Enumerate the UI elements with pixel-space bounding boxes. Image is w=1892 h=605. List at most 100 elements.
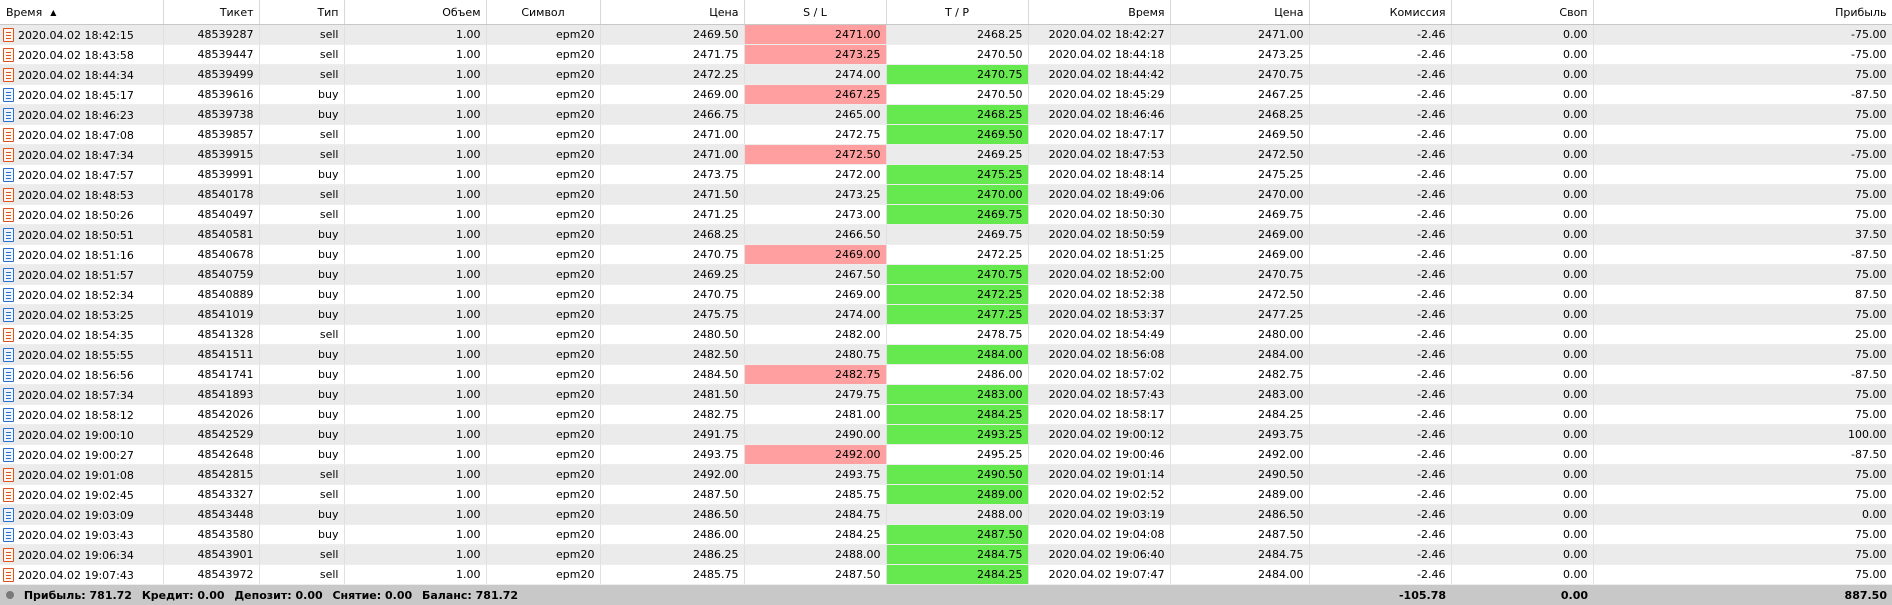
cell-open-time: 2020.04.02 18:47:57 [0,164,164,185]
cell-ticket: 48541328 [163,324,260,345]
table-row[interactable]: 2020.04.02 19:01:08 48542815 sell 1.00 e… [0,464,1892,485]
table-row[interactable]: 2020.04.02 18:44:34 48539499 sell 1.00 e… [0,64,1892,85]
cell-commission: -2.46 [1309,424,1452,445]
table-row[interactable]: 2020.04.02 18:54:35 48541328 sell 1.00 e… [0,324,1892,345]
cell-profit: 75.00 [1593,264,1892,285]
table-footer: Прибыль: 781.72 Кредит: 0.00 Депозит: 0.… [0,584,1892,605]
table-row[interactable]: 2020.04.02 18:51:57 48540759 buy 1.00 ep… [0,264,1892,285]
cell-symbol: epm20 [486,484,601,505]
cell-commission: -2.46 [1309,264,1452,285]
cell-ticket: 48542648 [163,444,260,465]
cell-ticket: 48542026 [163,404,260,425]
cell-swap: 0.00 [1451,284,1594,305]
table-row[interactable]: 2020.04.02 18:43:58 48539447 sell 1.00 e… [0,44,1892,65]
column-header-open-time[interactable]: Время ▲ [0,0,164,25]
table-row[interactable]: 2020.04.02 19:02:45 48543327 sell 1.00 e… [0,484,1892,505]
cell-price: 2481.50 [600,384,745,405]
cell-tp: 2489.00 [886,484,1029,505]
cell-profit: 75.00 [1593,184,1892,205]
cell-close-time: 2020.04.02 18:46:46 [1028,104,1171,125]
cell-price: 2470.75 [600,284,745,305]
table-row[interactable]: 2020.04.02 18:58:12 48542026 buy 1.00 ep… [0,404,1892,425]
cell-symbol: epm20 [486,384,601,405]
table-row[interactable]: 2020.04.02 18:46:23 48539738 buy 1.00 ep… [0,104,1892,125]
table-row[interactable]: 2020.04.02 18:53:25 48541019 buy 1.00 ep… [0,304,1892,325]
table-row[interactable]: 2020.04.02 19:03:09 48543448 buy 1.00 ep… [0,504,1892,525]
table-row[interactable]: 2020.04.02 19:03:43 48543580 buy 1.00 ep… [0,524,1892,545]
column-header-price[interactable]: Цена [600,0,745,25]
table-row[interactable]: 2020.04.02 19:00:27 48542648 buy 1.00 ep… [0,444,1892,465]
column-header-close-time[interactable]: Время [1028,0,1171,25]
cell-sl: 2482.75 [744,364,887,385]
column-header-ticket[interactable]: Тикет [163,0,260,25]
cell-symbol: epm20 [486,324,601,345]
cell-close-time: 2020.04.02 18:52:00 [1028,264,1171,285]
cell-sl: 2474.00 [744,304,887,325]
table-row[interactable]: 2020.04.02 18:47:08 48539857 sell 1.00 e… [0,124,1892,145]
table-body: 2020.04.02 18:42:15 48539287 sell 1.00 e… [0,24,1892,585]
table-row[interactable]: 2020.04.02 18:42:15 48539287 sell 1.00 e… [0,24,1892,45]
cell-close-time: 2020.04.02 18:57:02 [1028,364,1171,385]
sell-order-icon [3,567,14,582]
cell-swap: 0.00 [1451,64,1594,85]
cell-open-time: 2020.04.02 18:47:08 [0,124,164,145]
cell-type: sell [259,564,345,585]
cell-volume: 1.00 [344,44,487,65]
cell-close-price: 2480.00 [1170,324,1310,345]
table-row[interactable]: 2020.04.02 18:45:17 48539616 buy 1.00 ep… [0,84,1892,105]
cell-type: sell [259,204,345,225]
cell-price: 2473.75 [600,164,745,185]
table-row[interactable]: 2020.04.02 19:06:34 48543901 sell 1.00 e… [0,544,1892,565]
cell-profit: 75.00 [1593,124,1892,145]
column-header-volume[interactable]: Объем [344,0,487,25]
sell-order-icon [3,467,14,482]
table-row[interactable]: 2020.04.02 18:51:16 48540678 buy 1.00 ep… [0,244,1892,265]
buy-order-icon [3,367,14,382]
column-header-profit[interactable]: Прибыль [1593,0,1892,25]
cell-price: 2472.25 [600,64,745,85]
cell-close-time: 2020.04.02 18:44:18 [1028,44,1171,65]
cell-open-time: 2020.04.02 18:50:51 [0,224,164,245]
cell-commission: -2.46 [1309,44,1452,65]
table-row[interactable]: 2020.04.02 18:50:26 48540497 sell 1.00 e… [0,204,1892,225]
cell-open-time: 2020.04.02 18:53:25 [0,304,164,325]
table-row[interactable]: 2020.04.02 19:00:10 48542529 buy 1.00 ep… [0,424,1892,445]
table-row[interactable]: 2020.04.02 18:47:34 48539915 sell 1.00 e… [0,144,1892,165]
cell-ticket: 48543448 [163,504,260,525]
table-row[interactable]: 2020.04.02 18:57:34 48541893 buy 1.00 ep… [0,384,1892,405]
cell-open-time: 2020.04.02 18:45:17 [0,84,164,105]
cell-swap: 0.00 [1451,504,1594,525]
cell-type: buy [259,424,345,445]
cell-profit: 75.00 [1593,64,1892,85]
column-header-symbol[interactable]: Символ [486,0,601,25]
cell-sl: 2472.00 [744,164,887,185]
column-header-swap[interactable]: Своп [1451,0,1594,25]
summary-credit: Кредит: 0.00 [141,588,225,602]
cell-ticket: 48539616 [163,84,260,105]
cell-swap: 0.00 [1451,364,1594,385]
column-header-tp[interactable]: T / P [886,0,1029,25]
cell-profit: 75.00 [1593,164,1892,185]
table-row[interactable]: 2020.04.02 19:07:43 48543972 sell 1.00 e… [0,564,1892,585]
column-header-commission[interactable]: Комиссия [1309,0,1452,25]
column-header-type[interactable]: Тип [259,0,345,25]
column-header-sl[interactable]: S / L [744,0,887,25]
table-row[interactable]: 2020.04.02 18:47:57 48539991 buy 1.00 ep… [0,164,1892,185]
table-row[interactable]: 2020.04.02 18:48:53 48540178 sell 1.00 e… [0,184,1892,205]
table-row[interactable]: 2020.04.02 18:50:51 48540581 buy 1.00 ep… [0,224,1892,245]
cell-price: 2493.75 [600,444,745,465]
buy-order-icon [3,167,14,182]
sell-order-icon [3,47,14,62]
cell-price: 2485.75 [600,564,745,585]
table-row[interactable]: 2020.04.02 18:55:55 48541511 buy 1.00 ep… [0,344,1892,365]
table-row[interactable]: 2020.04.02 18:52:34 48540889 buy 1.00 ep… [0,284,1892,305]
cell-price: 2468.25 [600,224,745,245]
cell-volume: 1.00 [344,324,487,345]
column-header-close-price[interactable]: Цена [1170,0,1310,25]
table-row[interactable]: 2020.04.02 18:56:56 48541741 buy 1.00 ep… [0,364,1892,385]
cell-volume: 1.00 [344,444,487,465]
cell-swap: 0.00 [1451,84,1594,105]
cell-close-price: 2469.50 [1170,124,1310,145]
cell-open-time: 2020.04.02 18:47:34 [0,144,164,165]
cell-close-price: 2467.25 [1170,84,1310,105]
